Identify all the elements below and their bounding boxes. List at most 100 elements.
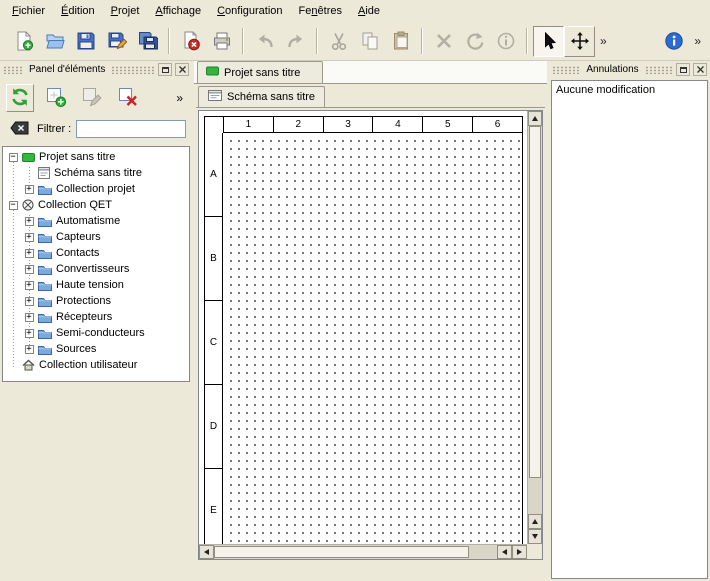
elements-toolbar-overflow-chevron[interactable]: »	[173, 91, 186, 105]
tree-item[interactable]: +Protections	[5, 293, 189, 309]
dock-grip[interactable]	[111, 66, 155, 74]
tree-item[interactable]: +Récepteurs	[5, 309, 189, 325]
tree-item[interactable]: −Collection QET	[5, 197, 189, 213]
scroll-down-button[interactable]	[528, 529, 542, 544]
filter-input[interactable]	[76, 120, 186, 138]
grid-dots[interactable]	[224, 134, 522, 544]
undo-button[interactable]	[249, 26, 280, 57]
tree-expander[interactable]: +	[25, 297, 34, 306]
horizontal-scroll-thumb[interactable]	[214, 546, 469, 558]
tree-item[interactable]: +Automatisme	[5, 213, 189, 229]
dock-grip[interactable]	[3, 66, 23, 74]
rotate-button[interactable]	[459, 26, 490, 57]
tree-expander[interactable]: +	[25, 217, 34, 226]
toolbar-overflow-chevron-right[interactable]: »	[689, 34, 706, 48]
menu-item-fichier[interactable]: Fichier	[4, 2, 53, 20]
delete-element-icon	[117, 86, 139, 111]
undo-dock-titlebar[interactable]: Annulations	[549, 61, 710, 78]
select-tool-button[interactable]	[533, 26, 564, 57]
menu-item-configuration[interactable]: Configuration	[209, 2, 290, 20]
tree-expander[interactable]: −	[9, 153, 18, 162]
element-info-button[interactable]	[490, 26, 521, 57]
arrow-down-icon	[532, 534, 538, 539]
clear-filter-button[interactable]	[6, 119, 32, 139]
tree-item-label: Collection utilisateur	[39, 359, 141, 371]
tab-schema[interactable]: Schéma sans titre	[198, 86, 325, 107]
dock-close-button[interactable]	[693, 63, 707, 76]
elements-tree[interactable]: −Projet sans titreSchéma sans titre+Coll…	[2, 146, 190, 382]
redo-button[interactable]	[280, 26, 311, 57]
dock-grip[interactable]	[552, 66, 580, 74]
save-button[interactable]	[70, 26, 101, 57]
vertical-scrollbar[interactable]	[527, 111, 542, 544]
save-icon	[76, 31, 96, 51]
tree-item[interactable]: +Contacts	[5, 245, 189, 261]
edit-element-button[interactable]	[78, 84, 106, 112]
open-file-button[interactable]	[39, 26, 70, 57]
tree-expander[interactable]: +	[25, 249, 34, 258]
delete-icon	[434, 31, 454, 51]
tree-expander[interactable]: +	[25, 185, 34, 194]
delete-element-button[interactable]	[114, 84, 142, 112]
tree-item[interactable]: +Collection projet	[5, 181, 189, 197]
copy-button[interactable]	[354, 26, 385, 57]
tree-item[interactable]: −Projet sans titre	[5, 149, 189, 165]
undo-history-list[interactable]: Aucune modification	[551, 80, 708, 579]
print-button[interactable]	[206, 26, 237, 57]
dock-grip[interactable]	[645, 66, 673, 74]
diagram-canvas[interactable]: 123456 ABCDE	[199, 111, 527, 544]
float-icon	[162, 67, 169, 73]
menu-item-projet[interactable]: Projet	[103, 2, 148, 20]
tree-item[interactable]: +Capteurs	[5, 229, 189, 245]
menu-item-edition[interactable]: Édition	[53, 2, 103, 20]
dock-close-button[interactable]	[175, 63, 189, 76]
menu-item-affichage[interactable]: Affichage	[147, 2, 209, 20]
reload-collections-button[interactable]	[6, 84, 34, 112]
dock-float-button[interactable]	[158, 63, 172, 76]
new-element-button[interactable]	[42, 84, 70, 112]
tree-item[interactable]: +Semi-conducteurs	[5, 325, 189, 341]
tree-item[interactable]: Schéma sans titre	[5, 165, 189, 181]
close-file-button[interactable]	[175, 26, 206, 57]
toolbar-overflow-chevron[interactable]: »	[595, 34, 612, 48]
dock-float-button[interactable]	[676, 63, 690, 76]
tree-item-label: Schéma sans titre	[54, 167, 146, 179]
save-as-button[interactable]	[101, 26, 132, 57]
elements-panel-titlebar[interactable]: Panel d'éléments	[0, 61, 192, 78]
column-header: 4	[373, 117, 423, 132]
tree-expander[interactable]: +	[25, 313, 34, 322]
new-file-button[interactable]	[8, 26, 39, 57]
tree-item[interactable]: +Sources	[5, 341, 189, 357]
tree-item[interactable]: +Convertisseurs	[5, 261, 189, 277]
tree-indent	[5, 165, 21, 181]
tree-expander[interactable]: +	[25, 281, 34, 290]
paste-button[interactable]	[385, 26, 416, 57]
scroll-right-button[interactable]	[512, 545, 527, 559]
scroll-up-button-2[interactable]	[528, 514, 542, 529]
tree-expander[interactable]: +	[25, 233, 34, 242]
scroll-up-button[interactable]	[528, 111, 542, 126]
close-file-icon	[181, 31, 201, 51]
scroll-left-button[interactable]	[199, 545, 214, 559]
vertical-scroll-thumb[interactable]	[529, 126, 541, 478]
cut-icon	[329, 31, 349, 51]
about-button[interactable]	[658, 26, 689, 57]
undo-history-item[interactable]: Aucune modification	[556, 84, 703, 96]
menu-item-aide[interactable]: Aide	[350, 2, 388, 20]
tree-expander[interactable]: +	[25, 345, 34, 354]
arrow-left-icon	[204, 549, 209, 555]
tree-item[interactable]: Collection utilisateur	[5, 357, 189, 373]
tree-expander[interactable]: +	[25, 329, 34, 338]
horizontal-scrollbar[interactable]	[199, 544, 527, 559]
scroll-left-button-2[interactable]	[497, 545, 512, 559]
tree-item[interactable]: +Haute tension	[5, 277, 189, 293]
tree-indent	[5, 357, 21, 373]
save-all-button[interactable]	[132, 26, 163, 57]
tab-project[interactable]: Projet sans titre	[197, 61, 323, 83]
tree-expander[interactable]: +	[25, 265, 34, 274]
cut-button[interactable]	[323, 26, 354, 57]
menu-item-fenetres[interactable]: Fenêtres	[291, 2, 350, 20]
tree-expander[interactable]: −	[9, 201, 18, 210]
delete-button[interactable]	[428, 26, 459, 57]
move-tool-button[interactable]	[564, 26, 595, 57]
